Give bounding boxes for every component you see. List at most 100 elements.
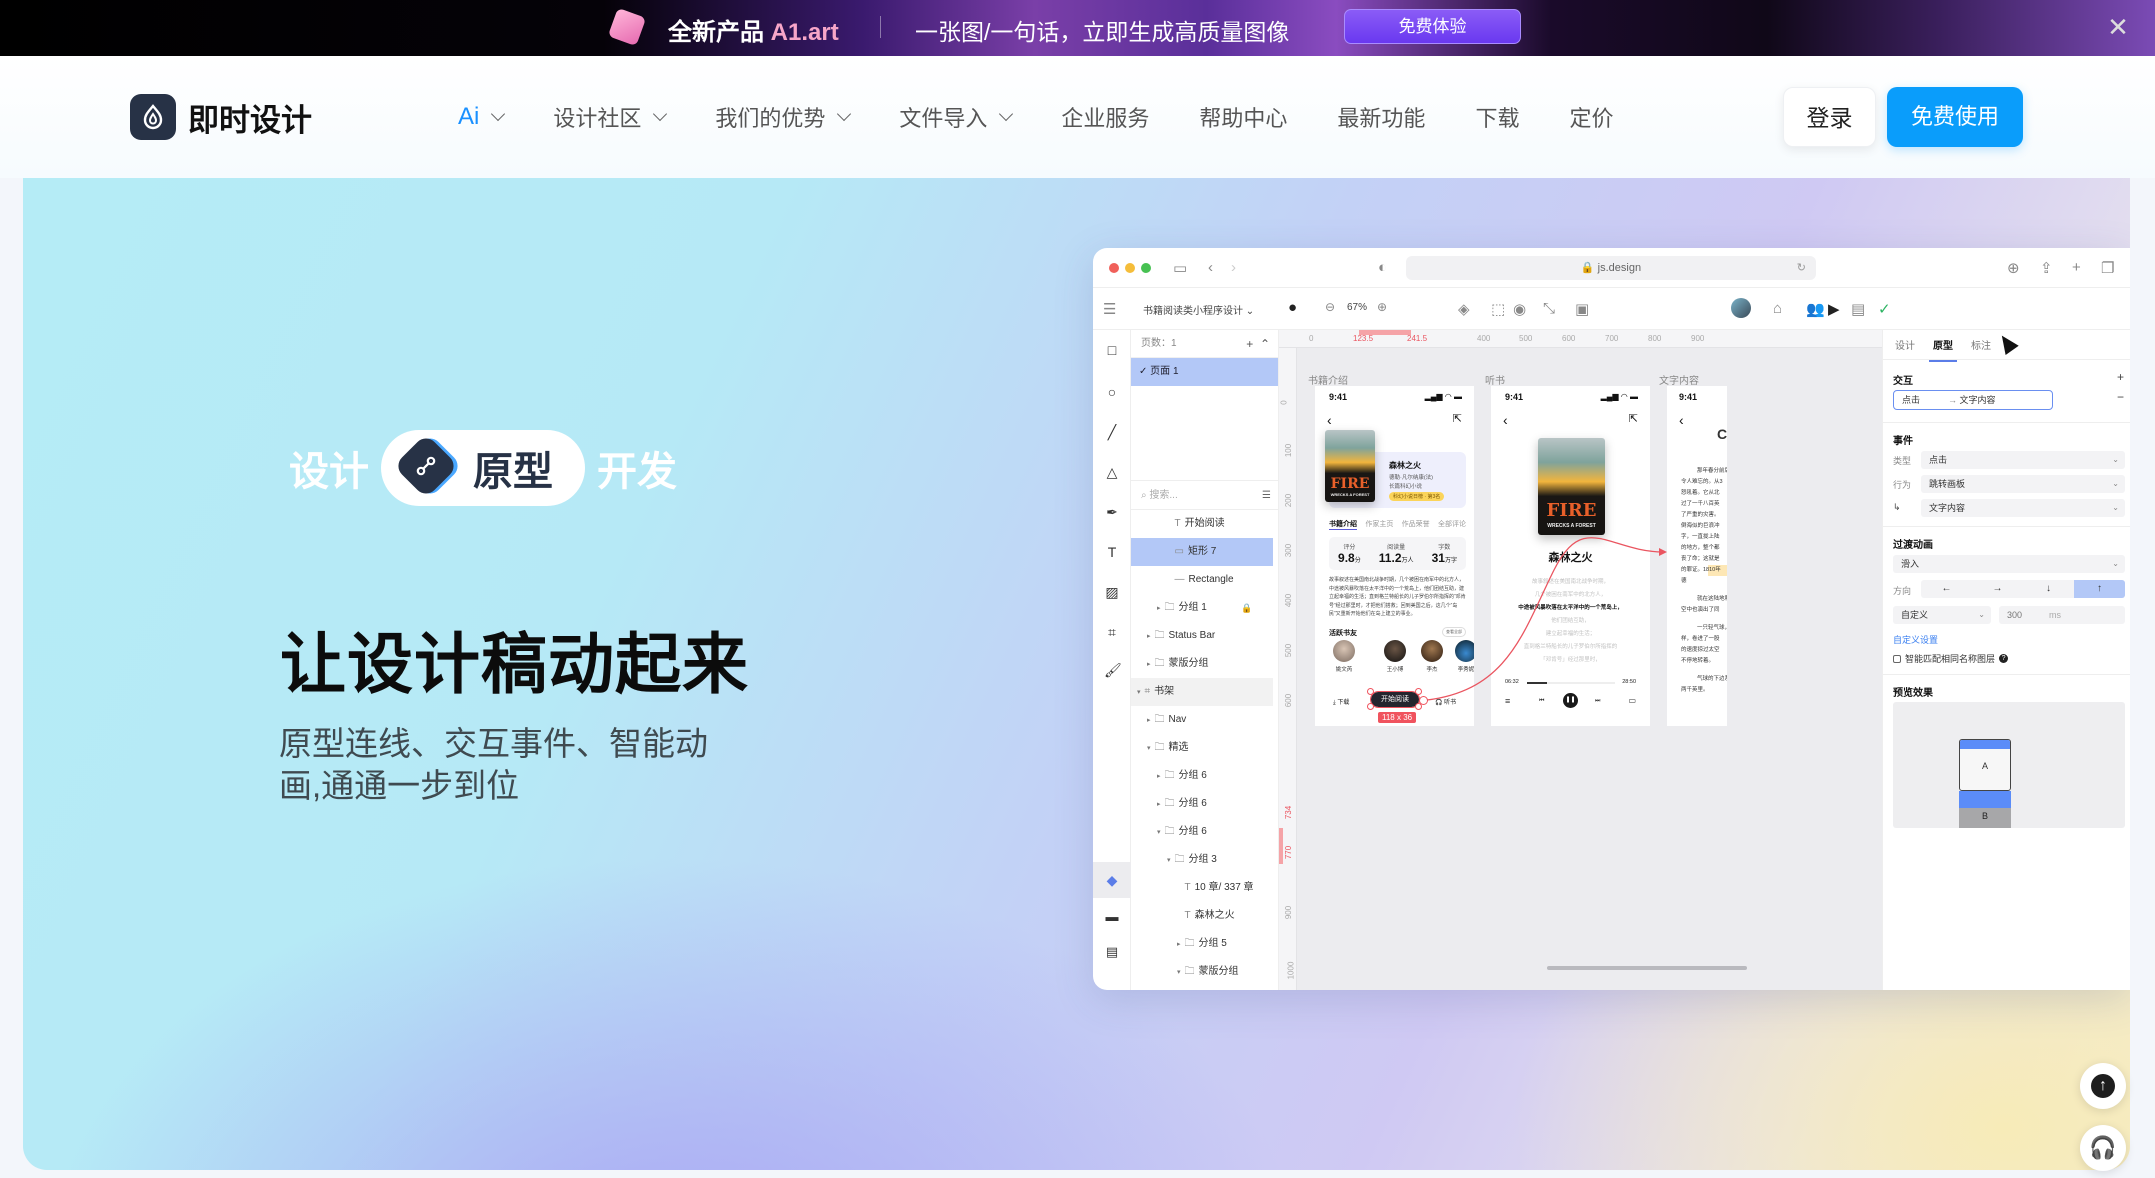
caret-down-icon[interactable]: ▾: [1157, 829, 1161, 836]
menu-icon[interactable]: ☰: [1103, 300, 1116, 318]
address-bar[interactable]: 🔒 js.design ↻: [1406, 256, 1816, 280]
minimize-dot[interactable]: [1125, 263, 1135, 273]
caret-right-icon[interactable]: ▸: [1157, 605, 1161, 612]
layer-row[interactable]: ▸T森林之火: [1131, 902, 1279, 930]
component-icon[interactable]: ◈: [1458, 300, 1470, 318]
layer-row[interactable]: ▸ 🗀 分组 6: [1131, 762, 1279, 790]
rectangle-tool-icon[interactable]: □: [1104, 342, 1120, 358]
direction-down-button[interactable]: ↓: [2023, 580, 2074, 598]
nav-item-advantages[interactable]: 我们的优势: [715, 101, 852, 133]
forward-icon[interactable]: ›: [1231, 259, 1236, 276]
book-tab[interactable]: 书籍介绍: [1329, 519, 1357, 530]
canvas[interactable]: 0 123.5 241.5 400 500 600 700 800 900 0 100 200 300…: [1279, 330, 1882, 990]
prototype-connection-handle[interactable]: [1419, 696, 1428, 705]
login-button[interactable]: 登录: [1783, 87, 1876, 147]
add-interaction-icon[interactable]: +: [2117, 370, 2124, 384]
nav-item-new-features[interactable]: 最新功能: [1337, 101, 1425, 133]
direction-up-button[interactable]: ↑: [2074, 580, 2125, 598]
frame-title-text[interactable]: 文字内容: [1659, 372, 1699, 387]
resize-handle[interactable]: [1415, 688, 1422, 695]
zoom-out-icon[interactable]: ⊖: [1325, 300, 1335, 314]
share-icon[interactable]: ⇪: [2040, 259, 2053, 277]
nav-item-help[interactable]: 帮助中心: [1199, 101, 1287, 133]
tab-prototype-props[interactable]: 原型: [1929, 337, 1957, 362]
collaborator-avatar[interactable]: [1731, 298, 1751, 318]
layout-icon[interactable]: ▤: [1851, 300, 1865, 318]
polygon-tool-icon[interactable]: △: [1104, 464, 1120, 480]
nav-item-enterprise[interactable]: 企业服务: [1061, 101, 1149, 133]
nav-item-import[interactable]: 文件导入: [899, 101, 1014, 133]
nav-item-community[interactable]: 设计社区: [553, 101, 668, 133]
layer-row[interactable]: ▾ 🗀 蒙版分组: [1131, 958, 1279, 986]
pen-tool-icon[interactable]: ✒: [1104, 504, 1120, 520]
event-target-select[interactable]: 文字内容 ⌄: [1921, 499, 2125, 517]
line-tool-icon[interactable]: ╱: [1104, 424, 1120, 440]
resize-icon[interactable]: ⤡: [1543, 300, 1555, 317]
caret-down-icon[interactable]: ▾: [1177, 969, 1181, 976]
page-item[interactable]: ✓ 页面 1: [1131, 358, 1278, 386]
boolean-icon[interactable]: ▣: [1575, 300, 1589, 318]
layer-row[interactable]: ▸ 🗀 分组 5: [1131, 930, 1279, 958]
tab-prototype[interactable]: 原型: [381, 430, 585, 506]
lock-icon[interactable]: 🔒: [1241, 594, 1252, 622]
canvas-scrollbar[interactable]: [1547, 966, 1747, 970]
brush-tool-icon[interactable]: 🖌: [1104, 662, 1122, 678]
nav-item-pricing[interactable]: 定价: [1569, 101, 1613, 133]
layer-row[interactable]: ▸ 🗀 Status Bar: [1131, 622, 1279, 650]
play-icon[interactable]: ▶: [1828, 300, 1840, 318]
sidebar-toggle-icon[interactable]: ▭: [1173, 259, 1187, 277]
start-reading-button[interactable]: 开始阅读: [1370, 691, 1420, 708]
caret-down-icon[interactable]: ▾: [1167, 857, 1171, 864]
layers-tab-icon[interactable]: ◆: [1093, 862, 1131, 898]
transition-select[interactable]: 滑入 ⌄: [1893, 555, 2125, 573]
layer-row[interactable]: ▸ 🗀 分组 6: [1131, 790, 1279, 818]
assets-tab-icon[interactable]: ▬: [1093, 902, 1131, 930]
zoom-in-icon[interactable]: ⊕: [1377, 300, 1387, 314]
new-tab-icon[interactable]: +: [2072, 259, 2081, 276]
back-to-top-button[interactable]: ↑: [2080, 1063, 2126, 1109]
duration-input[interactable]: 300 ms: [1999, 606, 2125, 624]
layer-row[interactable]: ▸▭矩形 7: [1131, 538, 1273, 566]
check-icon[interactable]: ✓: [1878, 300, 1891, 318]
zoom-level[interactable]: 67%: [1347, 302, 1367, 313]
progress-track[interactable]: [1527, 682, 1615, 684]
shield-icon[interactable]: ◐: [1378, 259, 1387, 276]
tab-design-props[interactable]: 设计: [1895, 337, 1915, 352]
download-icon[interactable]: ⊕: [2007, 259, 2020, 277]
frame-select-icon[interactable]: ⬚: [1491, 300, 1505, 318]
layer-row[interactable]: ▸ 🗀 蒙版分组: [1131, 650, 1279, 678]
layer-row[interactable]: ▸T10 章/ 337 章: [1131, 874, 1279, 902]
frame-title-intro[interactable]: 书籍介绍: [1308, 372, 1348, 387]
support-button[interactable]: 🎧: [2080, 1125, 2126, 1171]
filter-icon[interactable]: ☰: [1262, 481, 1271, 511]
remove-interaction-icon[interactable]: −: [2117, 390, 2124, 404]
book-tab[interactable]: 全部评论: [1438, 519, 1466, 530]
frame-title-listen[interactable]: 听书: [1485, 372, 1505, 387]
text-tool-icon[interactable]: T: [1104, 544, 1120, 560]
book-tab[interactable]: 作家主页: [1365, 519, 1393, 530]
layer-row[interactable]: ▸T开始阅读: [1131, 510, 1279, 538]
tabs-overview-icon[interactable]: ❐: [2101, 259, 2114, 277]
caret-right-icon[interactable]: ▸: [1177, 941, 1181, 948]
book-tab[interactable]: 作品荣誉: [1402, 519, 1430, 530]
maximize-dot[interactable]: [1141, 263, 1151, 273]
friends-more-button[interactable]: 查看全部: [1442, 627, 1466, 637]
image-tool-icon[interactable]: ▨: [1104, 584, 1120, 600]
close-icon[interactable]: ✕: [2104, 14, 2132, 42]
promo-product[interactable]: 全新产品 A1.art: [668, 12, 839, 47]
layer-row[interactable]: ▾ 🗀 分组 6: [1131, 818, 1279, 846]
easing-select[interactable]: 自定义 ⌄: [1893, 606, 1991, 624]
frame-listen[interactable]: 9:41 ▂▄▆ ◠ ▬ ‹ ⇱ FIRE WRECKS A FOREST 森林…: [1491, 386, 1650, 726]
nav-item-download[interactable]: 下载: [1475, 101, 1519, 133]
nav-item-ai[interactable]: Ai: [458, 103, 506, 131]
caret-right-icon[interactable]: ▸: [1157, 801, 1161, 808]
layer-row[interactable]: ▸ 🗀 分组 1 🔒: [1131, 594, 1279, 622]
layer-row[interactable]: ▸ 🗀 Nav: [1131, 706, 1279, 734]
frame-book-intro[interactable]: 9:41 ▂▄▆ ◠ ▬ ‹ ⇱ 森林之火 德勒·凡尔纳康(法) 长篇科幻小说 …: [1315, 386, 1474, 726]
free-use-button[interactable]: 免费使用: [1887, 87, 2023, 147]
frame-text-content[interactable]: 9:41 ‹ C 那年春分前后 令人难忘的。从3 怒吼着。它从北 过了一千八百英 了严重…: [1667, 386, 1727, 726]
back-icon[interactable]: ‹: [1208, 259, 1213, 276]
resize-handle[interactable]: [1367, 688, 1374, 695]
smart-match-checkbox[interactable]: 智能匹配相同名称图层?: [1893, 652, 2009, 665]
library-tab-icon[interactable]: ▤: [1093, 938, 1131, 966]
